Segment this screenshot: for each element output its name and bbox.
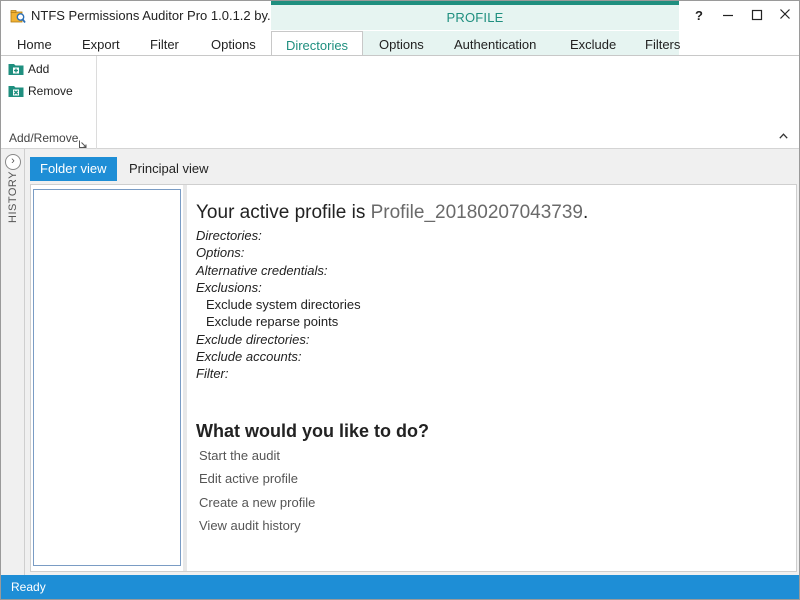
dialog-launcher-icon[interactable]: [79, 136, 87, 148]
exclusion-item: Exclude reparse points: [206, 314, 339, 330]
maximize-icon: [751, 9, 763, 21]
view-history-link[interactable]: View audit history: [196, 514, 786, 538]
collapse-ribbon-button[interactable]: [779, 130, 788, 142]
main-area: › HISTORY Folder view Principal view You…: [1, 149, 799, 575]
close-button[interactable]: [771, 5, 799, 27]
options-label: Options:: [196, 245, 245, 261]
close-icon: [780, 9, 790, 19]
tab-folder-view[interactable]: Folder view: [30, 157, 117, 181]
filter-label: Filter:: [196, 366, 229, 382]
pane-splitter[interactable]: [183, 185, 187, 571]
minimize-icon: [723, 14, 733, 17]
exclusions-label: Exclusions:: [196, 279, 262, 295]
content-frame: Your active profile is Profile_201802070…: [30, 184, 797, 572]
remove-button-label: Remove: [28, 84, 73, 98]
active-profile-line: Your active profile is Profile_201802070…: [196, 199, 786, 227]
folder-add-icon: [8, 62, 24, 76]
active-profile-name: Profile_20180207043739: [370, 202, 583, 223]
history-panel[interactable]: › HISTORY: [1, 149, 25, 575]
tab-export[interactable]: Export: [82, 31, 120, 55]
history-expand-button[interactable]: ›: [5, 154, 21, 170]
alternative-credentials-label: Alternative credentials:: [196, 262, 328, 278]
status-bar: Ready: [1, 575, 799, 599]
folder-tree[interactable]: [33, 189, 181, 566]
tab-exclude[interactable]: Exclude: [570, 31, 616, 55]
exclusion-item: Exclude system directories: [206, 297, 361, 313]
start-audit-link[interactable]: Start the audit: [196, 444, 786, 468]
maximize-button[interactable]: [743, 5, 771, 27]
tab-profile-options[interactable]: Options: [379, 31, 424, 55]
window-title: NTFS Permissions Auditor Pro 1.0.1.2 by.…: [31, 8, 278, 23]
folder-remove-icon: [8, 84, 24, 98]
context-tab-group-label: PROFILE: [271, 1, 679, 30]
active-profile-prefix: Your active profile is: [196, 202, 371, 223]
ribbon-tab-bar: Home Export Filter Options Directories O…: [1, 31, 799, 56]
tab-filter[interactable]: Filter: [150, 31, 179, 55]
help-button[interactable]: ?: [685, 5, 713, 27]
ribbon-group-label: Add/Remove: [9, 131, 79, 145]
tab-filters[interactable]: Filters: [645, 31, 680, 55]
app-window: NTFS Permissions Auditor Pro 1.0.1.2 by.…: [0, 0, 800, 600]
chevron-up-icon: [779, 133, 788, 139]
title-bar: NTFS Permissions Auditor Pro 1.0.1.2 by.…: [1, 1, 799, 31]
edit-profile-link[interactable]: Edit active profile: [196, 467, 786, 491]
tab-options[interactable]: Options: [211, 31, 256, 55]
tab-home[interactable]: Home: [17, 31, 52, 55]
status-text: Ready: [11, 580, 46, 594]
tab-authentication[interactable]: Authentication: [454, 31, 536, 55]
minimize-button[interactable]: [714, 5, 742, 27]
add-button-label: Add: [28, 62, 50, 76]
tab-principal-view[interactable]: Principal view: [119, 157, 218, 181]
profile-summary: Your active profile is Profile_201802070…: [196, 199, 786, 538]
tab-directories[interactable]: Directories: [271, 31, 363, 56]
exclude-directories-label: Exclude directories:: [196, 331, 310, 347]
directories-label: Directories:: [196, 228, 262, 243]
app-logo-icon: [10, 8, 26, 24]
exclude-accounts-label: Exclude accounts:: [196, 349, 302, 365]
add-button[interactable]: Add: [8, 60, 49, 78]
active-profile-suffix: .: [582, 202, 589, 223]
create-profile-link[interactable]: Create a new profile: [196, 491, 786, 515]
ribbon-panel: Add Remove Add/Remove: [1, 55, 799, 149]
ribbon-group-divider: [96, 56, 97, 149]
remove-button[interactable]: Remove: [8, 82, 73, 100]
history-label[interactable]: HISTORY: [7, 171, 19, 223]
actions-heading: What would you like to do?: [196, 420, 429, 441]
